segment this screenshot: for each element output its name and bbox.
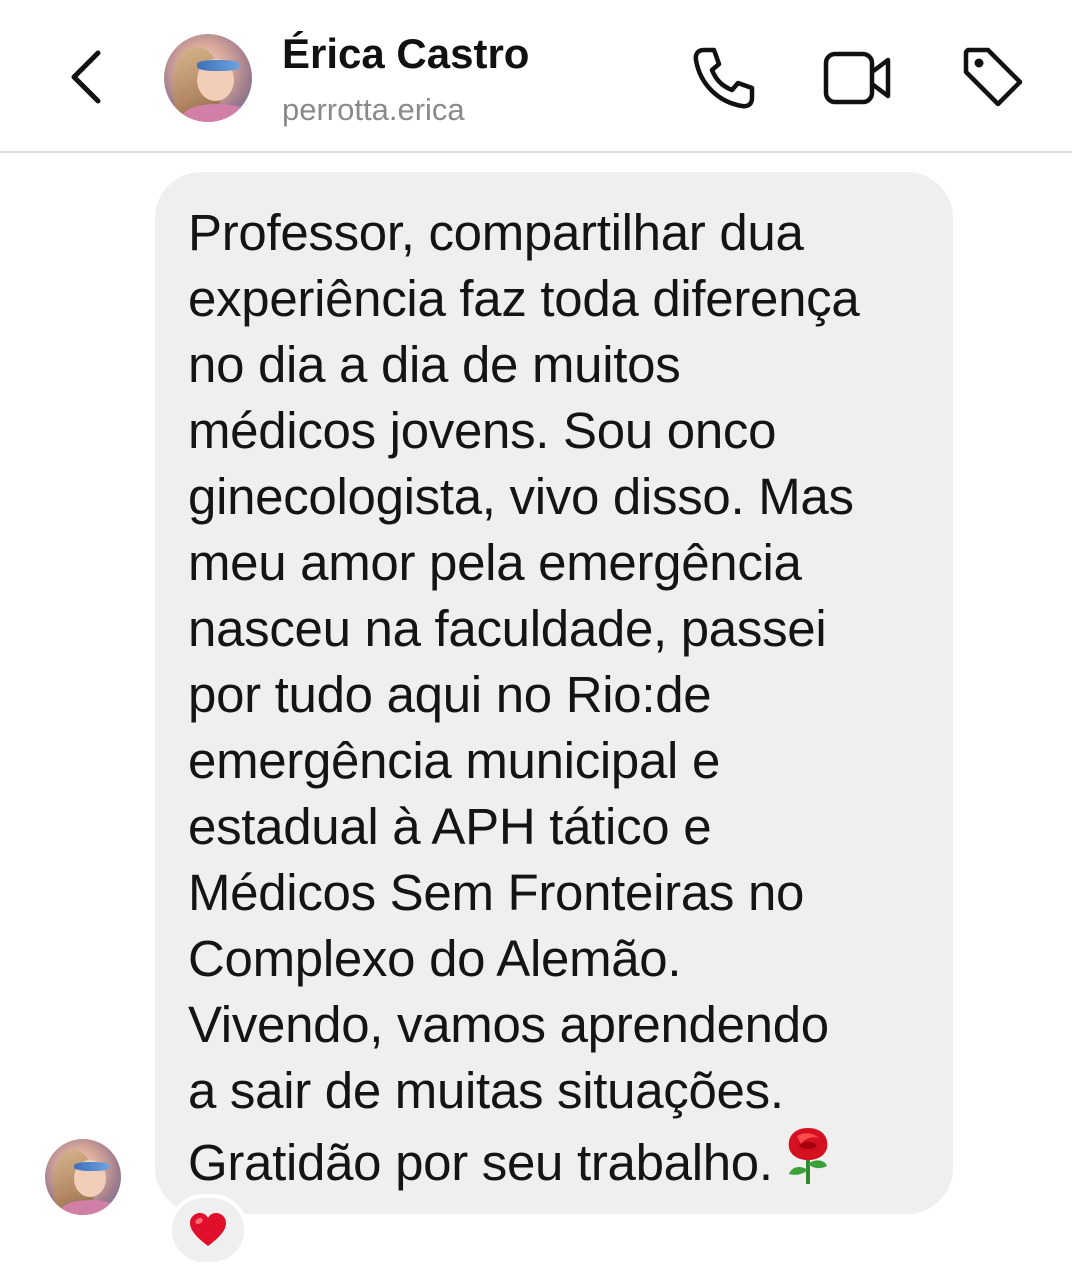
- rose-emoji-icon: [788, 1128, 828, 1184]
- back-button[interactable]: [60, 45, 116, 109]
- chat-header: Érica Castro perrotta.erica: [0, 0, 1072, 153]
- video-camera-icon: [823, 51, 891, 105]
- contact-username[interactable]: perrotta.erica: [282, 92, 465, 128]
- chevron-left-icon: [71, 50, 101, 104]
- red-heart-icon: [190, 1213, 226, 1246]
- message-bubble[interactable]: Professor, compartilhar dua experiência …: [155, 172, 953, 1214]
- phone-call-button[interactable]: [690, 44, 758, 112]
- tag-icon: [963, 47, 1023, 107]
- message-text: Professor, compartilhar dua experiência …: [188, 200, 923, 1196]
- message-reaction[interactable]: [168, 1194, 248, 1266]
- video-call-button[interactable]: [822, 48, 894, 108]
- contact-avatar[interactable]: [164, 34, 252, 122]
- sender-avatar[interactable]: [45, 1139, 121, 1215]
- phone-icon: [693, 47, 755, 109]
- message-body: Professor, compartilhar dua experiência …: [188, 204, 860, 1191]
- contact-name[interactable]: Érica Castro: [282, 30, 529, 78]
- tag-button[interactable]: [958, 42, 1028, 112]
